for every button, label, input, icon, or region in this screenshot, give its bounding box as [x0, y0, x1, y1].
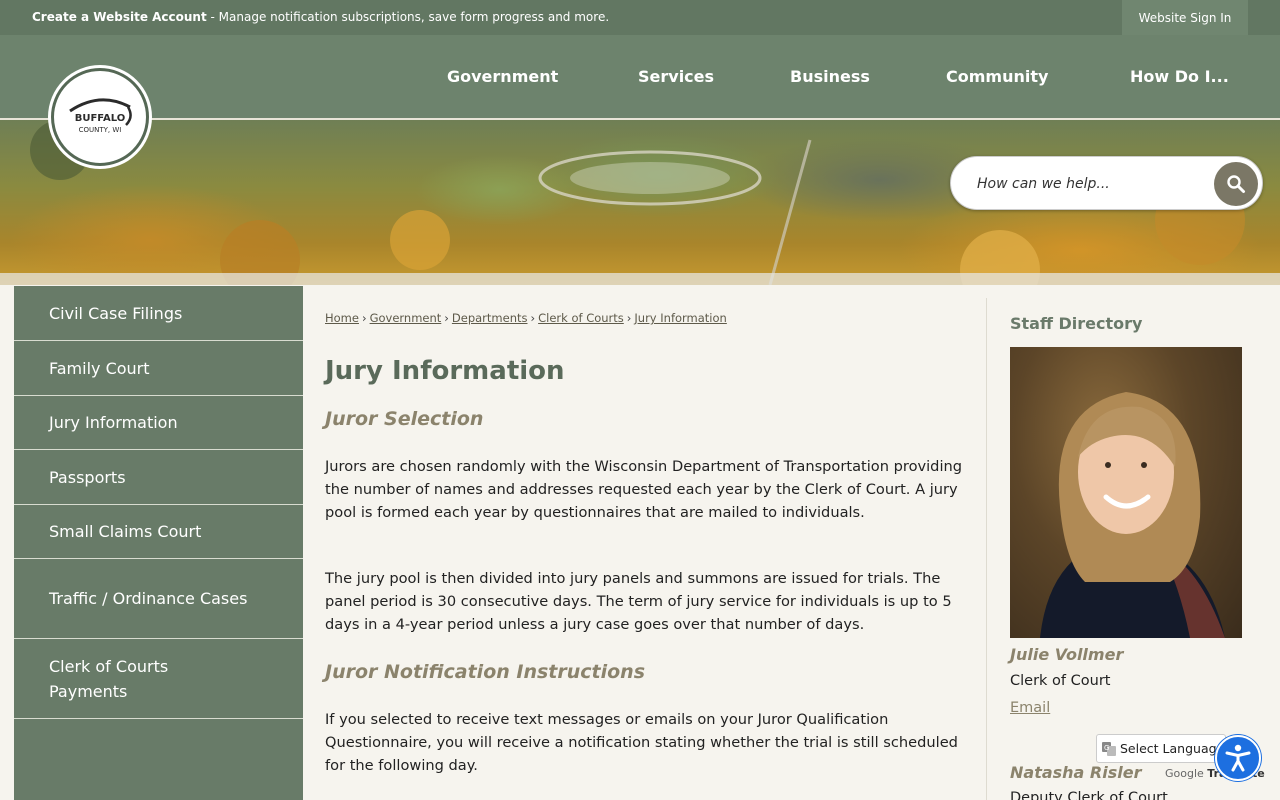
accessibility-icon — [1225, 744, 1251, 772]
section-heading-juror-selection: Juror Selection — [325, 408, 484, 430]
column-divider — [986, 298, 987, 800]
staff-role-1: Clerk of Court — [1010, 673, 1111, 689]
section-heading-notification: Juror Notification Instructions — [325, 661, 646, 683]
sidebar-item-passports[interactable]: Passports — [14, 450, 303, 505]
breadcrumb-clerk-of-courts[interactable]: Clerk of Courts — [538, 311, 624, 325]
google-label: Google — [1165, 767, 1204, 780]
logo-line-2: COUNTY, WI — [79, 126, 122, 134]
staff-name-1: Julie Vollmer — [1010, 645, 1124, 664]
banner-overlay-strip — [0, 273, 1280, 285]
sidebar-item-jury-information[interactable]: Jury Information — [14, 396, 303, 450]
logo-line-1: BUFFALO — [75, 113, 126, 124]
sidebar-item-label: Civil Case Filings — [49, 303, 183, 323]
breadcrumb: Home › Government › Departments › Clerk of Cou… — [325, 311, 727, 325]
paragraph-juror-selection: Jurors are chosen randomly with the Wisc… — [325, 458, 963, 521]
paragraph-notification: If you selected to receive text messages… — [325, 711, 958, 774]
create-account-link[interactable]: Create a Website Account — [32, 10, 207, 24]
language-select[interactable]: G Select Language — [1096, 734, 1226, 763]
create-account-text[interactable]: Create a Website Account - Manage notifi… — [32, 10, 609, 24]
accessibility-button[interactable] — [1215, 735, 1261, 781]
nav-how-do-i[interactable]: How Do I... — [1130, 35, 1229, 118]
staff-photo — [1010, 347, 1242, 638]
utility-bar: Create a Website Account - Manage notifi… — [0, 0, 1280, 35]
staff-portrait-illustration — [1040, 392, 1225, 638]
side-navigation: Civil Case Filings Family Court Jury Inf… — [14, 286, 303, 800]
site-search — [950, 156, 1263, 210]
county-logo[interactable]: BUFFALO COUNTY, WI — [51, 68, 149, 166]
language-select-label: Select Language — [1120, 741, 1225, 756]
sidebar-item-label: Small Claims Court — [49, 522, 202, 541]
search-icon — [1227, 175, 1245, 193]
staff-name-2: Natasha Risler — [1010, 763, 1142, 782]
breadcrumb-jury-information[interactable]: Jury Information — [634, 311, 726, 325]
staff-directory-title: Staff Directory — [1010, 314, 1143, 333]
breadcrumb-home[interactable]: Home — [325, 311, 359, 325]
staff-role-2: Deputy Clerk of Court — [1010, 790, 1168, 800]
create-account-description: - Manage notification subscriptions, sav… — [206, 10, 610, 24]
paragraph-jury-pool: The jury pool is then divided into jury … — [325, 570, 952, 633]
sidebar-item-traffic-ordinance-cases[interactable]: Traffic / Ordinance Cases — [14, 559, 303, 639]
sidebar-item-label: Traffic / Ordinance Cases — [49, 589, 248, 608]
nav-community[interactable]: Community — [946, 35, 1048, 118]
sidebar-item-label: Passports — [49, 467, 126, 487]
sidebar-item-label: Family Court — [49, 358, 150, 378]
search-input[interactable] — [977, 169, 1207, 199]
sidebar-item-small-claims-court[interactable]: Small Claims Court — [14, 505, 303, 559]
sidebar-item-label: Jury Information — [49, 413, 178, 432]
nav-business[interactable]: Business — [790, 35, 870, 118]
nav-government[interactable]: Government — [447, 35, 558, 118]
main-header: Government Services Business Community H… — [0, 35, 1280, 120]
county-logo-icon: BUFFALO COUNTY, WI — [69, 98, 132, 134]
website-sign-in-button[interactable]: Website Sign In — [1122, 0, 1248, 35]
sidebar-item-label: Clerk of Courts Payments — [49, 656, 169, 701]
breadcrumb-departments[interactable]: Departments — [452, 311, 528, 325]
breadcrumb-government[interactable]: Government — [370, 311, 442, 325]
sidebar-item-clerk-of-courts-payments[interactable]: Clerk of Courts Payments — [14, 639, 303, 719]
page-title: Jury Information — [325, 356, 565, 386]
google-translate-icon: G — [1102, 741, 1116, 756]
staff-email-link[interactable]: Email — [1010, 700, 1050, 716]
nav-services[interactable]: Services — [638, 35, 714, 118]
sidebar-item-family-court[interactable]: Family Court — [14, 341, 303, 396]
svg-text:G: G — [1104, 744, 1109, 752]
search-button[interactable] — [1214, 162, 1258, 206]
sidebar-item-civil-case-filings[interactable]: Civil Case Filings — [14, 286, 303, 341]
